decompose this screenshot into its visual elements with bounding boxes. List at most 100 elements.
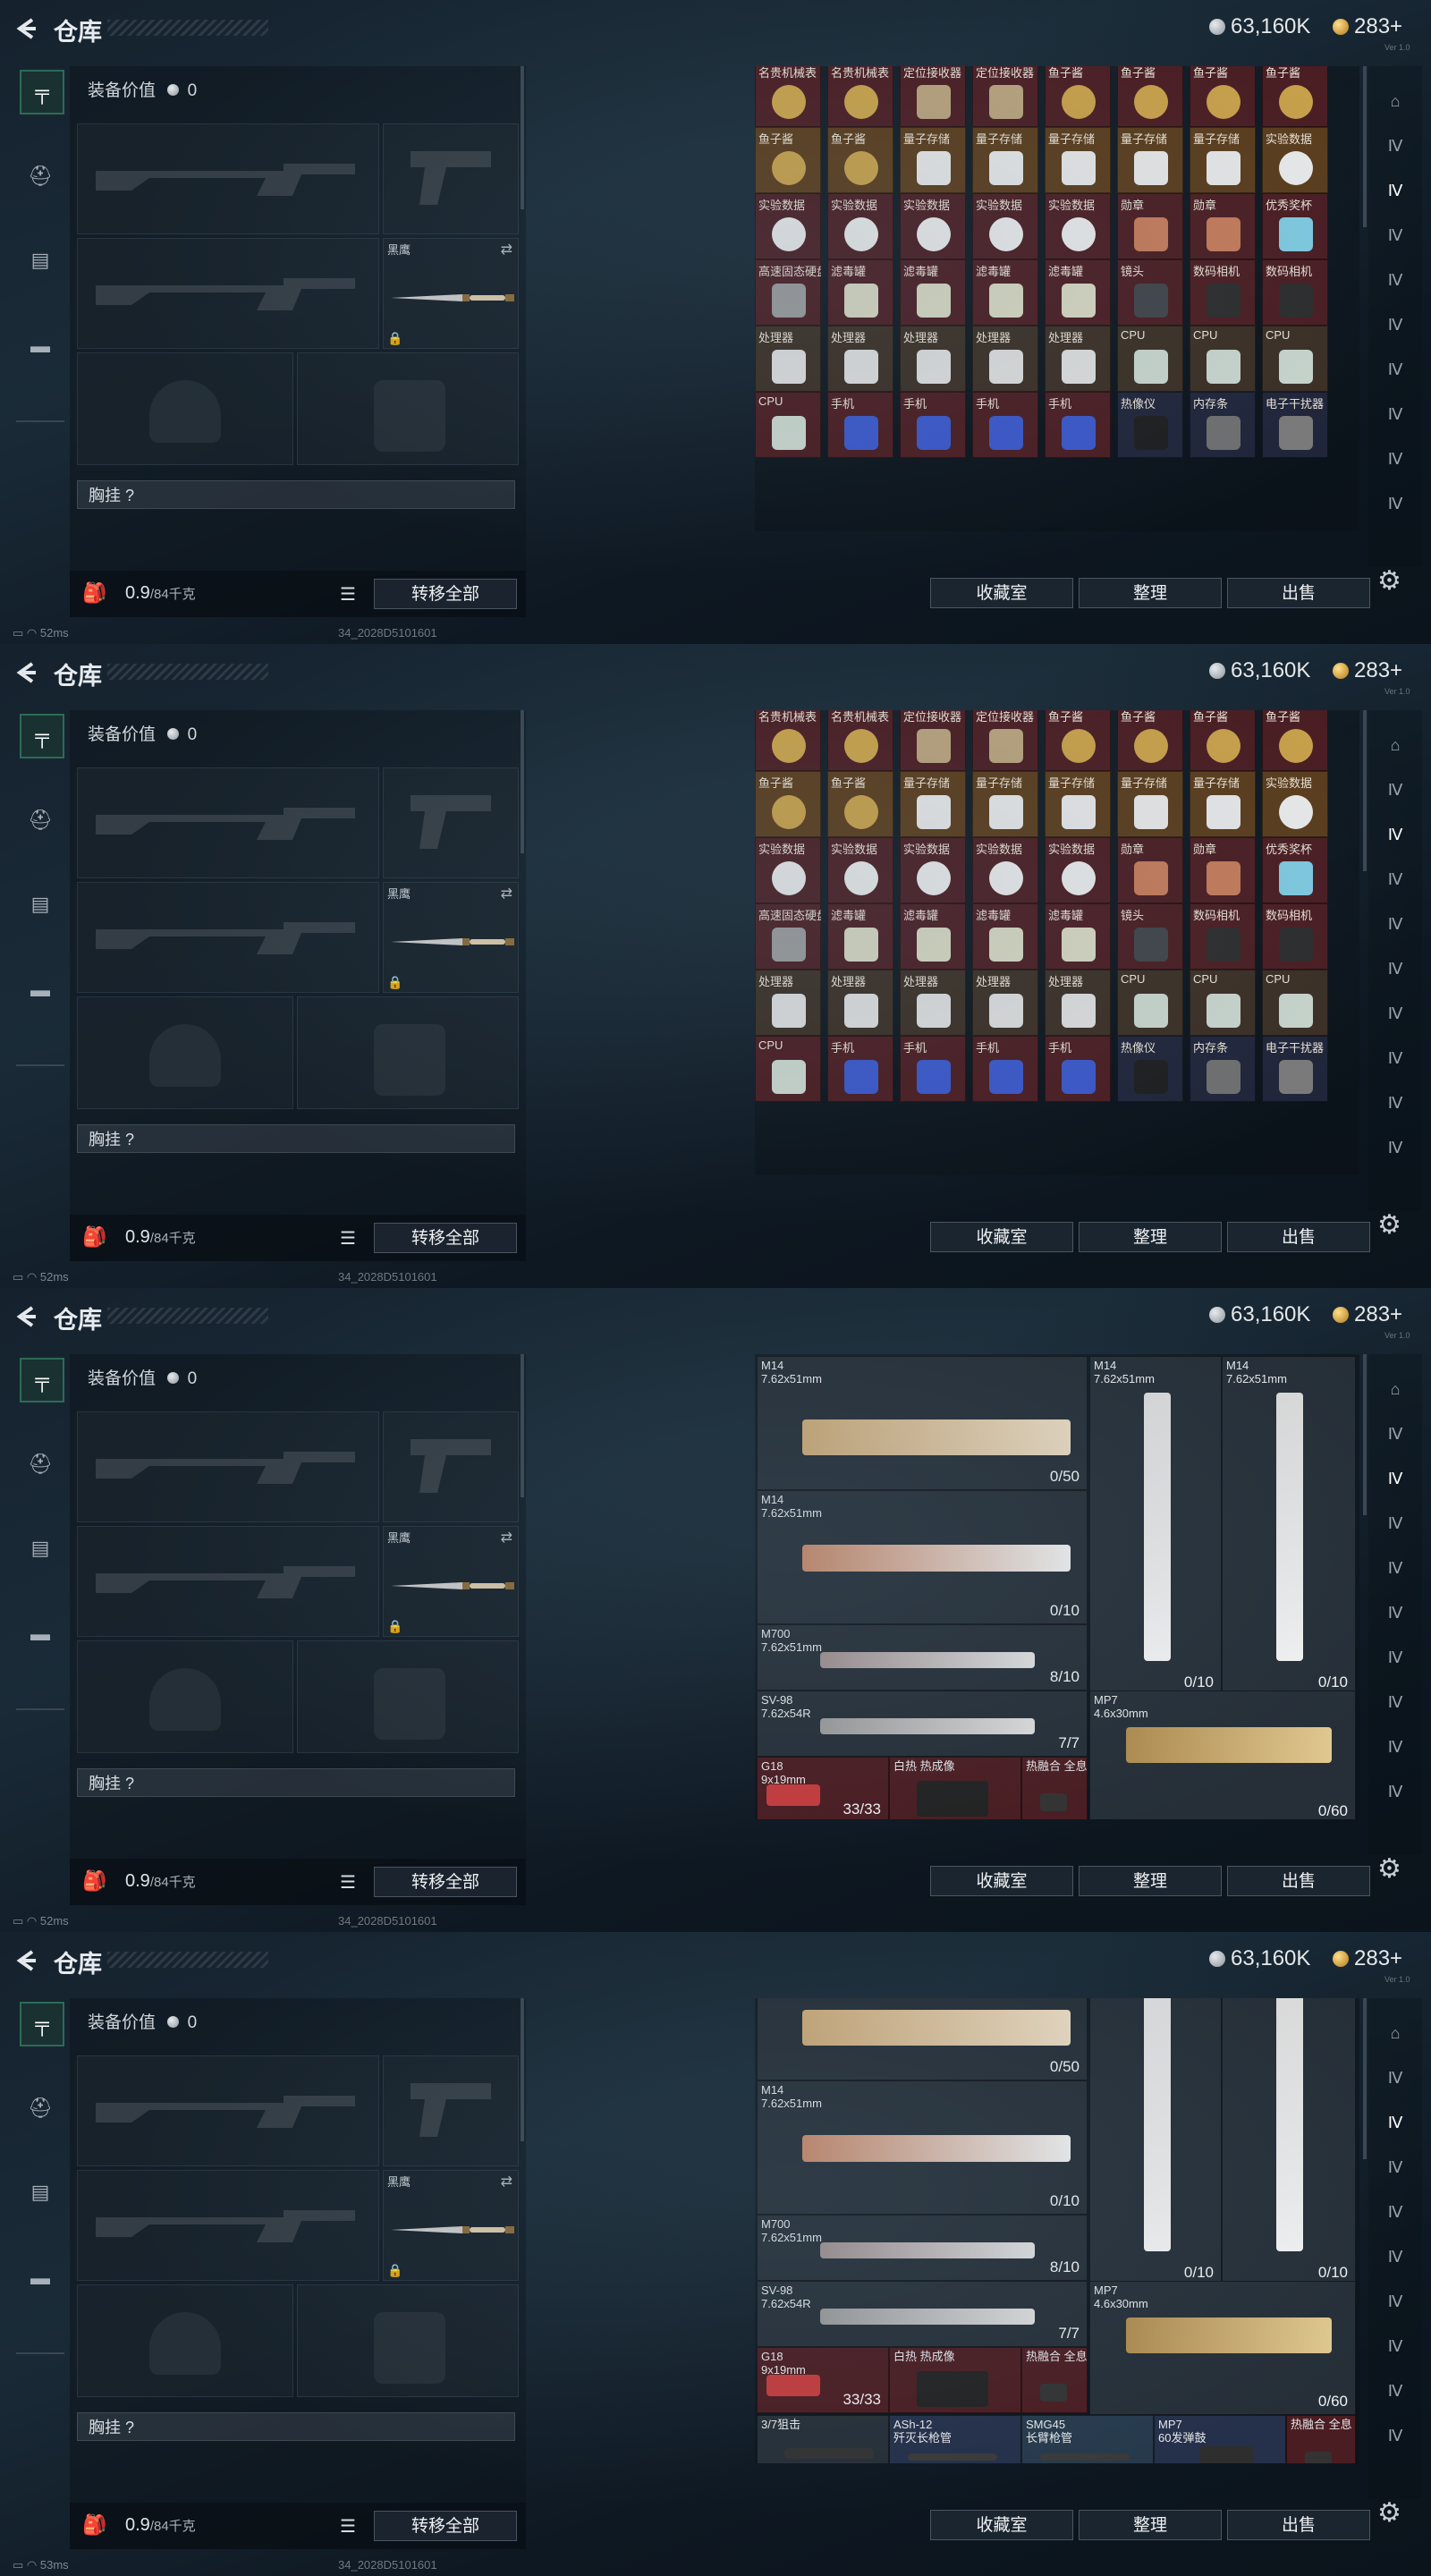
tier4-icon[interactable]: Ⅳ (1379, 2109, 1411, 2136)
storage-item[interactable]: 鱼子酱 (1045, 710, 1111, 771)
storage-item[interactable]: 实验数据 (972, 193, 1038, 259)
storage-item[interactable]: CPU (1190, 970, 1256, 1036)
storage-item[interactable]: 鱼子酱 (1262, 66, 1328, 127)
storage-item[interactable]: 定位接收器 (900, 710, 966, 771)
storage-item[interactable]: 滤毒罐 (1045, 903, 1111, 970)
tier4-icon[interactable]: Ⅳ (1379, 1555, 1411, 1581)
storage-item[interactable]: 优秀奖杯 (1262, 837, 1328, 903)
equipment-scrollbar[interactable] (521, 1354, 524, 1497)
weapon-item-holo2[interactable]: 热融合 全息 (1286, 2415, 1356, 2463)
storage-item[interactable]: CPU (1262, 326, 1328, 392)
storage-scrollbar[interactable] (1363, 710, 1367, 871)
tier4-icon[interactable]: Ⅳ (1379, 490, 1411, 517)
collection-room-button[interactable]: 收藏室 (930, 2510, 1073, 2540)
bag-category-icon[interactable]: ▬ (20, 326, 61, 367)
storage-item[interactable]: 处理器 (827, 326, 893, 392)
storage-item[interactable]: 滤毒罐 (827, 903, 893, 970)
storage-item[interactable]: 鱼子酱 (1045, 66, 1111, 127)
storage-item[interactable]: 鱼子酱 (827, 127, 893, 193)
storage-item[interactable]: 镜头 (1117, 259, 1183, 326)
tier4-icon[interactable]: Ⅳ (1379, 2377, 1411, 2404)
vest-category-icon[interactable]: ▤ (20, 240, 61, 281)
chest-rig-header[interactable]: 胸挂 ? (77, 1124, 515, 1153)
equipment-scrollbar[interactable] (521, 710, 524, 853)
storage-item[interactable]: CPU (1117, 970, 1183, 1036)
weapon-item-sv98[interactable]: SV-98 7.62x54R 7/7 (757, 2281, 1088, 2347)
weapon-item-mp7[interactable]: MP7 4.6x30mm 0/60 (1089, 1690, 1356, 1819)
tier4-icon[interactable]: Ⅳ (1379, 1420, 1411, 1447)
sell-button[interactable]: 出售 (1227, 578, 1370, 608)
helmet-category-icon[interactable]: ⛑ (20, 2088, 61, 2129)
storage-item[interactable]: 实验数据 (900, 193, 966, 259)
list-icon[interactable]: ☰ (340, 1227, 356, 1250)
storage-item[interactable]: 热像仪 (1117, 392, 1183, 458)
weapon-item-m14_a[interactable]: M14 7.62x51mm0/50 (757, 1998, 1088, 2080)
shelter-icon[interactable]: ⌂ (1379, 1376, 1411, 1402)
storage-item[interactable]: 量子存储 (1190, 127, 1256, 193)
tier4-icon[interactable]: Ⅳ (1379, 776, 1411, 803)
sell-button[interactable]: 出售 (1227, 1866, 1370, 1896)
tier4-icon[interactable]: Ⅳ (1379, 356, 1411, 383)
storage-item[interactable]: 镜头 (1117, 903, 1183, 970)
tier4-icon[interactable]: Ⅳ (1379, 1733, 1411, 1760)
storage-item[interactable]: CPU (1117, 326, 1183, 392)
storage-item[interactable]: 量子存储 (972, 127, 1038, 193)
tier4-icon[interactable]: Ⅳ (1379, 911, 1411, 937)
storage-item[interactable]: 数码相机 (1262, 903, 1328, 970)
storage-item[interactable]: 实验数据 (755, 837, 821, 903)
storage-item[interactable]: 电子干扰器 (1262, 392, 1328, 458)
tier4-icon[interactable]: Ⅳ (1379, 401, 1411, 428)
weapon-item-mp7[interactable]: MP7 4.6x30mm 0/60 (1089, 2281, 1356, 2415)
equipment-scrollbar[interactable] (521, 1998, 524, 2141)
storage-item[interactable]: 滤毒罐 (827, 259, 893, 326)
weapon-item-m700[interactable]: M700 7.62x51mm 8/10 (757, 1624, 1088, 1690)
storage-item[interactable]: 鱼子酱 (1190, 66, 1256, 127)
melee-slot[interactable]: 黑鹰 ⇄ 🔒 (383, 238, 519, 349)
helmet-slot[interactable] (77, 1640, 293, 1753)
weapon-item-ash12[interactable]: ASh-12 歼灭长枪管 (889, 2415, 1021, 2463)
storage-item[interactable]: 量子存储 (900, 771, 966, 837)
tier4-icon[interactable]: Ⅳ (1379, 132, 1411, 159)
weapon-category-icon[interactable]: ╤ (20, 1358, 64, 1402)
tier4-icon[interactable]: Ⅳ (1379, 1778, 1411, 1805)
tier4-icon[interactable]: Ⅳ (1379, 1689, 1411, 1716)
storage-item[interactable]: 处理器 (1045, 326, 1111, 392)
storage-item[interactable]: 手机 (972, 1036, 1038, 1102)
tier4-icon[interactable]: Ⅳ (1379, 2064, 1411, 2091)
weapon-item-m14_d[interactable]: M14 7.62x51mm0/10 (1222, 1356, 1356, 1696)
sell-button[interactable]: 出售 (1227, 1222, 1370, 1252)
storage-item[interactable]: CPU (1262, 970, 1328, 1036)
transfer-all-button[interactable]: 转移全部 (374, 1867, 517, 1897)
storage-item[interactable]: 实验数据 (1262, 771, 1328, 837)
weapon-item-holo[interactable]: 热融合 全息 (1021, 1757, 1088, 1819)
secondary-weapon-slot[interactable] (77, 882, 379, 993)
storage-item[interactable]: 电子干扰器 (1262, 1036, 1328, 1102)
weapon-item-sv98[interactable]: SV-98 7.62x54R 7/7 (757, 1690, 1088, 1757)
storage-item[interactable]: 鱼子酱 (1117, 710, 1183, 771)
tier4-icon[interactable]: Ⅳ (1379, 955, 1411, 982)
storage-item[interactable]: 滤毒罐 (1045, 259, 1111, 326)
shelter-icon[interactable]: ⌂ (1379, 88, 1411, 114)
bag-category-icon[interactable]: ▬ (20, 970, 61, 1011)
storage-item[interactable]: 处理器 (972, 326, 1038, 392)
storage-item[interactable]: 处理器 (827, 970, 893, 1036)
helmet-slot[interactable] (77, 996, 293, 1109)
tier4-icon[interactable]: Ⅳ (1379, 222, 1411, 249)
list-icon[interactable]: ☰ (340, 583, 356, 606)
helmet-category-icon[interactable]: ⛑ (20, 800, 61, 841)
storage-item[interactable]: 量子存储 (1045, 127, 1111, 193)
swap-icon[interactable]: ⇄ (501, 2173, 512, 2190)
storage-item[interactable]: 实验数据 (755, 193, 821, 259)
tier4-icon[interactable]: Ⅳ (1379, 1045, 1411, 1072)
tier4-icon[interactable]: Ⅳ (1379, 2154, 1411, 2181)
collection-room-button[interactable]: 收藏室 (930, 578, 1073, 608)
weapon-item-scope37[interactable]: 3/7狙击 (757, 2415, 889, 2463)
tier4-icon[interactable]: Ⅳ (1379, 311, 1411, 338)
storage-item[interactable]: 数码相机 (1190, 259, 1256, 326)
tier4-icon[interactable]: Ⅳ (1379, 1134, 1411, 1161)
secondary-weapon-slot[interactable] (77, 238, 379, 349)
storage-item[interactable]: 名贵机械表 (827, 710, 893, 771)
weapon-item-m14_d[interactable]: M14 7.62x51mm0/10 (1222, 1998, 1356, 2286)
vest-category-icon[interactable]: ▤ (20, 884, 61, 925)
helmet-category-icon[interactable]: ⛑ (20, 156, 61, 197)
